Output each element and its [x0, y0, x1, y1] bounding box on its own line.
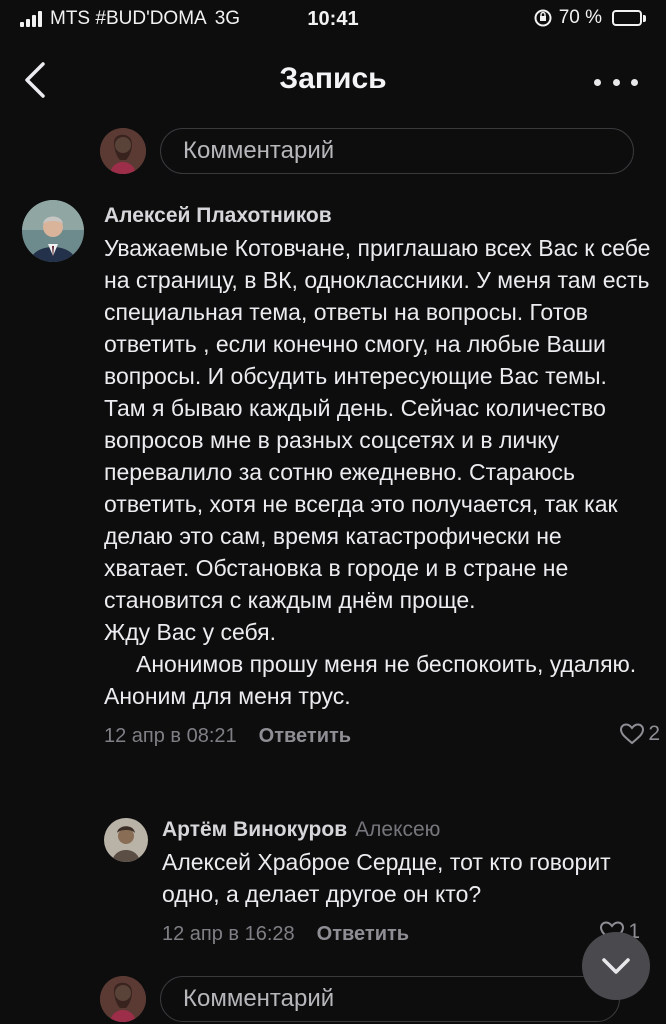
- chevron-down-icon: [602, 958, 630, 974]
- avatar[interactable]: [104, 818, 148, 862]
- reply-author[interactable]: Артём Винокуров: [162, 818, 347, 841]
- reply-button[interactable]: Ответить: [259, 725, 351, 748]
- comment-input-placeholder: Комментарий: [183, 985, 335, 1012]
- page-title: Запись: [279, 62, 387, 95]
- reply-body: Артём Винокуров Алексею Алексей Храброе С…: [162, 814, 642, 950]
- reply-meta: 12 апр в 16:28 Ответить 1: [162, 918, 642, 950]
- comment-composer-bottom: Комментарий: [100, 976, 620, 1022]
- comment-meta: 12 апр в 08:21 Ответить 2: [104, 720, 660, 752]
- comment-input[interactable]: Комментарий: [160, 976, 620, 1022]
- battery-percent: 70 %: [558, 7, 602, 28]
- more-horizontal-icon: [594, 78, 601, 86]
- reply-author-line: Артём Винокуров Алексею: [162, 814, 642, 846]
- reply-text: Алексей Храброе Сердце, тот кто говорит …: [162, 849, 611, 907]
- reply-to[interactable]: Алексею: [355, 818, 440, 841]
- heart-outline-icon: [620, 723, 645, 745]
- comment-input[interactable]: Комментарий: [160, 128, 634, 174]
- comment-paragraph: Анонимов прошу меня не беспокоить, удаля…: [104, 651, 637, 709]
- reply-date: 12 апр в 16:28: [162, 922, 295, 945]
- scroll-down-button[interactable]: [582, 932, 650, 1000]
- comment-paragraph: Уважаемые Котовчане, приглашаю всех Вас …: [104, 235, 651, 613]
- comment-paragraph: Жду Вас у себя.: [104, 619, 277, 645]
- comment-author[interactable]: Алексей Плахотников: [104, 200, 652, 232]
- post-screen: MTS #BUD'DOMA 3G 10:41 70 % Запись Комме…: [0, 0, 666, 1024]
- status-right: 70 %: [533, 7, 646, 29]
- rotation-lock-icon: [533, 8, 552, 28]
- avatar: [100, 976, 146, 1022]
- comment-body: Алексей Плахотников Уважаемые Котовчане,…: [104, 200, 660, 752]
- reply-button[interactable]: Ответить: [317, 923, 409, 946]
- comment-date: 12 апр в 08:21: [104, 724, 237, 747]
- comment-input-placeholder: Комментарий: [183, 137, 335, 164]
- more-options-button[interactable]: [594, 70, 638, 94]
- avatar: [100, 128, 146, 174]
- comment-text: Уважаемые Котовчане, приглашаю всех Вас …: [104, 232, 652, 712]
- top-nav: Запись: [0, 40, 666, 120]
- avatar[interactable]: [22, 200, 84, 262]
- comment-composer-top: Комментарий: [100, 128, 634, 174]
- status-bar: MTS #BUD'DOMA 3G 10:41 70 %: [0, 0, 666, 40]
- battery-icon: [612, 10, 646, 26]
- like-button[interactable]: 2: [619, 722, 660, 746]
- like-count: 2: [648, 722, 660, 745]
